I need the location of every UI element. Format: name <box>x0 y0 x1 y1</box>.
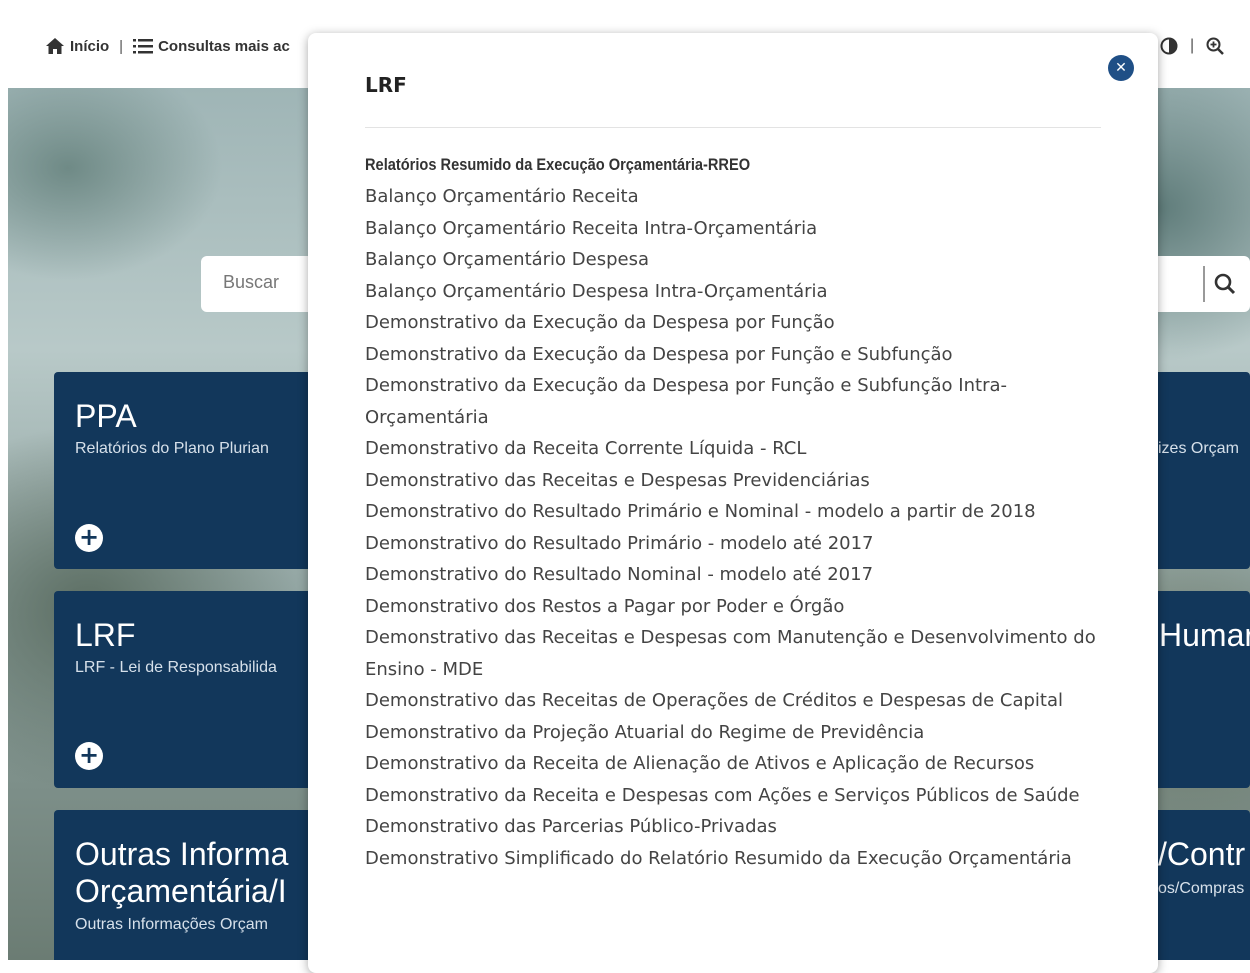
report-link[interactable]: Demonstrativo da Execução da Despesa por… <box>365 370 1110 433</box>
nav-right: | <box>1160 37 1225 55</box>
close-icon[interactable]: ✕ <box>1108 55 1134 81</box>
report-link[interactable]: Demonstrativo do Resultado Nominal - mod… <box>365 559 1110 591</box>
report-link[interactable]: Balanço Orçamentário Receita Intra-Orçam… <box>365 213 1110 245</box>
report-link[interactable]: Demonstrativo das Receitas e Despesas Pr… <box>365 465 1110 497</box>
nav-left: Início | Consultas mais ac <box>45 37 290 55</box>
card-right-3-subtitle: os/Compras <box>1158 880 1245 897</box>
report-link[interactable]: Demonstrativo da Receita Corrente Líquid… <box>365 433 1110 465</box>
lrf-modal: LRF ✕ Relatórios Resumido da Execução Or… <box>308 33 1158 973</box>
zoom-in-icon[interactable] <box>1206 37 1225 55</box>
card-right-2-title: Humar <box>1159 617 1250 653</box>
report-link[interactable]: Balanço Orçamentário Despesa Intra-Orçam… <box>365 276 1110 308</box>
card-right-3-title: /Contr <box>1158 836 1246 872</box>
card-outras-title-line2: Orçamentária/I <box>75 873 287 909</box>
report-link[interactable]: Demonstrativo da Receita e Despesas com … <box>365 780 1110 812</box>
report-link[interactable]: Demonstrativo das Receitas e Despesas co… <box>365 622 1110 685</box>
plus-circle-icon[interactable]: + <box>75 742 103 770</box>
home-icon <box>46 38 64 54</box>
report-link[interactable]: Demonstrativo da Receita de Alienação de… <box>365 748 1110 780</box>
nav-right-separator: | <box>1190 37 1195 54</box>
modal-divider <box>365 127 1101 128</box>
report-link[interactable]: Demonstrativo da Execução da Despesa por… <box>365 307 1110 339</box>
consultas-link-label: Consultas mais ac <box>158 37 290 55</box>
report-link[interactable]: Balanço Orçamentário Despesa <box>365 244 1110 276</box>
report-link[interactable]: Demonstrativo da Execução da Despesa por… <box>365 339 1110 371</box>
modal-title: LRF <box>365 73 407 97</box>
search-button[interactable] <box>1203 266 1245 302</box>
report-link[interactable]: Demonstrativo do Resultado Primário - mo… <box>365 528 1110 560</box>
home-link[interactable]: Início <box>45 37 109 55</box>
card-ppa-subtitle: Relatórios do Plano Plurian <box>75 440 269 457</box>
report-link[interactable]: Demonstrativo Simplificado do Relatório … <box>365 843 1110 875</box>
modal-body: Relatórios Resumido da Execução Orçament… <box>365 153 1110 874</box>
report-link[interactable]: Demonstrativo das Receitas de Operações … <box>365 685 1110 717</box>
contrast-icon[interactable] <box>1160 37 1178 55</box>
card-lrf-subtitle: LRF - Lei de Responsabilida <box>75 659 277 676</box>
report-links-list: Balanço Orçamentário Receita Balanço Orç… <box>365 181 1110 874</box>
search-icon <box>1214 273 1236 295</box>
card-ppa-title: PPA <box>75 398 137 434</box>
search-input[interactable]: Buscar <box>223 272 279 293</box>
card-outras-title-line1: Outras Informa <box>75 836 289 872</box>
section-title-rreo: Relatórios Resumido da Execução Orçament… <box>365 155 751 174</box>
report-link[interactable]: Balanço Orçamentário Receita <box>365 181 1110 213</box>
card-right-1-subtitle: izes Orçam <box>1158 440 1239 457</box>
report-link[interactable]: Demonstrativo dos Restos a Pagar por Pod… <box>365 591 1110 623</box>
report-link[interactable]: Demonstrativo das Parcerias Público-Priv… <box>365 811 1110 843</box>
home-link-label: Início <box>70 37 110 55</box>
card-lrf-title: LRF <box>75 617 136 653</box>
nav-separator: | <box>119 37 124 55</box>
card-outras-subtitle: Outras Informações Orçam <box>75 916 268 933</box>
consultas-link[interactable]: Consultas mais ac <box>133 38 290 55</box>
report-link[interactable]: Demonstrativo do Resultado Primário e No… <box>365 496 1110 528</box>
list-icon <box>133 39 154 54</box>
report-link[interactable]: Demonstrativo da Projeção Atuarial do Re… <box>365 717 1110 749</box>
plus-circle-icon[interactable]: + <box>75 524 103 552</box>
